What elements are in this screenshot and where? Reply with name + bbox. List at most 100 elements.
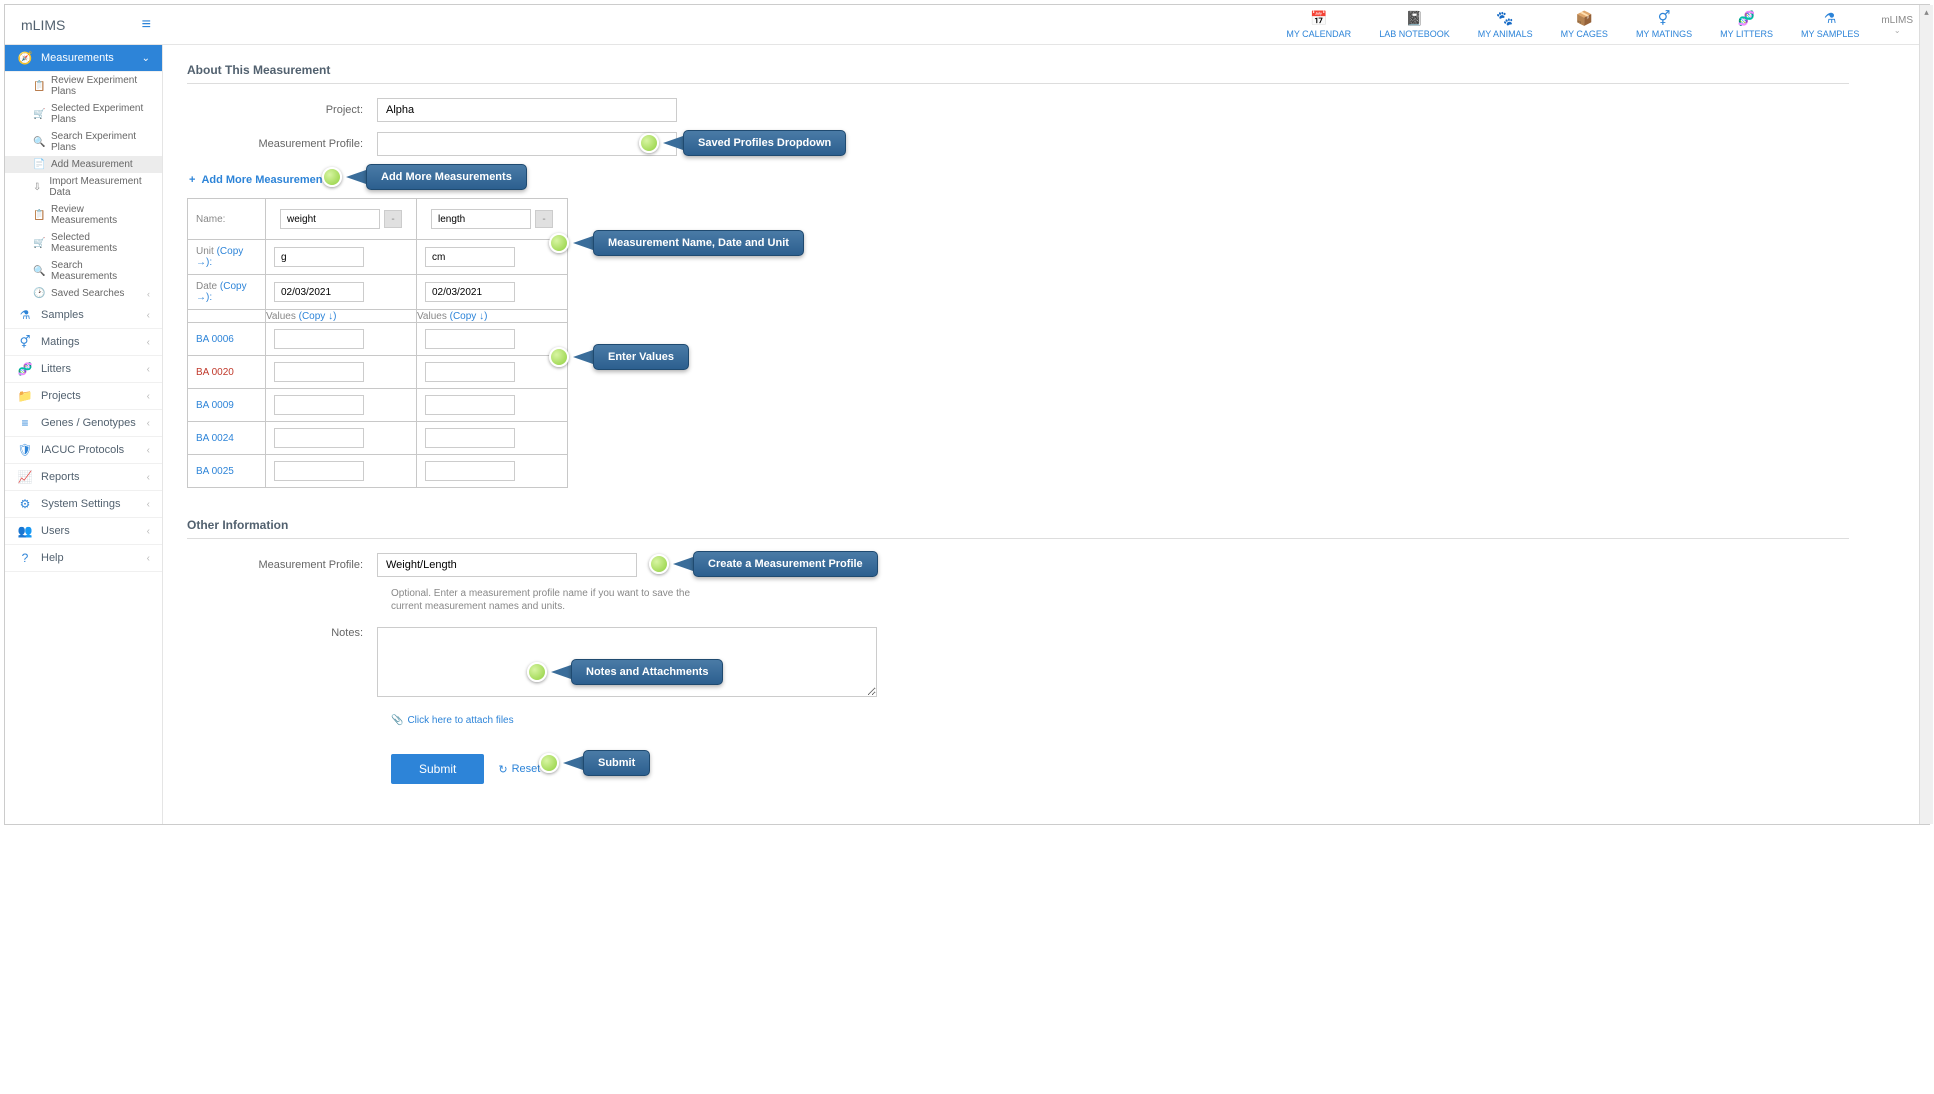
date-header: Date (Copy →): (188, 275, 266, 310)
topnav-my-cages[interactable]: 📦MY CAGES (1547, 10, 1622, 39)
col0-unit-input[interactable] (274, 247, 364, 267)
subnav-label: Selected Measurements (51, 232, 150, 254)
notes-textarea[interactable] (377, 627, 877, 697)
sidebar-item-measurements[interactable]: 🧭 Measurements ⌄ (5, 45, 162, 72)
hamburger-icon[interactable]: ≡ (142, 16, 151, 34)
value-input-r0-c0[interactable] (274, 329, 364, 349)
subnav-icon: 📋 (33, 210, 45, 221)
subnav-add-measurement[interactable]: 📄Add Measurement (5, 156, 162, 173)
sidebar-label: Reports (41, 471, 80, 483)
sidebar-item-projects[interactable]: 📁Projects‹ (5, 383, 162, 410)
callout-enter-values: Enter Values (593, 344, 689, 370)
value-input-r1-c0[interactable] (274, 362, 364, 382)
other-profile-input[interactable] (377, 553, 637, 577)
chevron-left-icon: ‹ (147, 472, 150, 483)
sidebar-icon: ⚙ (17, 497, 33, 511)
animal-id-cell[interactable]: BA 0009 (188, 389, 266, 422)
sidebar-icon: ≡ (17, 416, 33, 430)
user-menu[interactable]: mLIMS⌄ (1873, 15, 1913, 35)
sidebar-item-genes-genotypes[interactable]: ≡Genes / Genotypes‹ (5, 410, 162, 437)
value-input-r2-c1[interactable] (425, 395, 515, 415)
sidebar-label: System Settings (41, 498, 120, 510)
topnav-label: MY SAMPLES (1801, 29, 1859, 39)
sidebar-label: IACUC Protocols (41, 444, 124, 456)
table-row: BA 0009 (188, 389, 568, 422)
reset-link[interactable]: ↻ Reset (498, 763, 540, 776)
subnav-icon: 🕑 (33, 288, 45, 299)
subnav-search-measurements[interactable]: 🔍 Search Measurements (5, 257, 162, 285)
callout-submit: Submit (583, 750, 650, 776)
project-input[interactable] (377, 98, 677, 122)
topnav-label: MY ANIMALS (1478, 29, 1533, 39)
value-input-r4-c0[interactable] (274, 461, 364, 481)
notes-label: Notes: (187, 627, 377, 639)
value-input-r1-c1[interactable] (425, 362, 515, 382)
topnav-icon: ⚥ (1658, 10, 1671, 27)
col1-date-input[interactable] (425, 282, 515, 302)
remove-col0-button[interactable]: - (384, 210, 402, 228)
subnav-search-experiment-plans[interactable]: 🔍Search Experiment Plans (5, 128, 162, 156)
topnav-my-calendar[interactable]: 📅MY CALENDAR (1272, 10, 1365, 39)
animal-id-cell[interactable]: BA 0006 (188, 323, 266, 356)
topnav-my-samples[interactable]: ⚗MY SAMPLES (1787, 10, 1873, 39)
topnav-my-litters[interactable]: 🧬MY LITTERS (1706, 10, 1787, 39)
col0-date-input[interactable] (274, 282, 364, 302)
subnav-icon: ⇩ (33, 182, 43, 193)
sidebar-label: Litters (41, 363, 71, 375)
col0-name-input[interactable] (280, 209, 380, 229)
subnav-import-measurement-data[interactable]: ⇩Import Measurement Data (5, 173, 162, 201)
profile-label: Measurement Profile: (187, 138, 377, 150)
topnav-my-matings[interactable]: ⚥MY MATINGS (1622, 10, 1706, 39)
topnav-icon: 📓 (1406, 10, 1423, 27)
subnav-label: Search Experiment Plans (51, 131, 150, 153)
callout-dot-icon (539, 753, 559, 773)
subnav-review-measurements[interactable]: 📋Review Measurements (5, 201, 162, 229)
remove-col1-button[interactable]: - (535, 210, 553, 228)
chevron-left-icon: ‹ (147, 553, 150, 564)
animal-id-cell[interactable]: BA 0020 (188, 356, 266, 389)
animal-id-cell[interactable]: BA 0025 (188, 455, 266, 488)
chevron-down-icon: ⌄ (1894, 26, 1901, 35)
app-name: mLIMS (21, 17, 65, 33)
sidebar-item-iacuc-protocols[interactable]: 🛡IACUC Protocols‹ (5, 437, 162, 464)
subnav-label: Selected Experiment Plans (51, 103, 150, 125)
add-more-measurements-link[interactable]: + Add More Measurements (189, 174, 332, 186)
sidebar-icon: ⚥ (17, 335, 33, 349)
sidebar-item-litters[interactable]: 🧬Litters‹ (5, 356, 162, 383)
col1-name-input[interactable] (431, 209, 531, 229)
sidebar-item-reports[interactable]: 📈Reports‹ (5, 464, 162, 491)
sidebar-icon: 🛡 (17, 443, 33, 457)
sidebar-item-matings[interactable]: ⚥Matings‹ (5, 329, 162, 356)
sidebar-item-system-settings[interactable]: ⚙System Settings‹ (5, 491, 162, 518)
subnav-icon: 🛒 (33, 238, 45, 249)
subnav-selected-measurements[interactable]: 🛒 Selected Measurements (5, 229, 162, 257)
subnav-selected-experiment-plans[interactable]: 🛒Selected Experiment Plans (5, 100, 162, 128)
subnav-icon: 🔍 (33, 266, 45, 277)
subnav-saved-searches[interactable]: 🕑Saved Searches‹ (5, 285, 162, 302)
sidebar-item-users[interactable]: 👥Users‹ (5, 518, 162, 545)
topnav-lab-notebook[interactable]: 📓LAB NOTEBOOK (1365, 10, 1464, 39)
subnav-review-experiment-plans[interactable]: 📋Review Experiment Plans (5, 72, 162, 100)
sidebar-item-samples[interactable]: ⚗Samples‹ (5, 302, 162, 329)
value-input-r3-c1[interactable] (425, 428, 515, 448)
value-input-r0-c1[interactable] (425, 329, 515, 349)
topnav-icon: 🧬 (1738, 10, 1755, 27)
sidebar-item-help[interactable]: ?Help‹ (5, 545, 162, 572)
value-input-r3-c0[interactable] (274, 428, 364, 448)
other-profile-label: Measurement Profile: (187, 559, 377, 571)
profile-dropdown[interactable] (377, 132, 677, 156)
value-input-r2-c0[interactable] (274, 395, 364, 415)
subnav-label: Add Measurement (51, 159, 133, 170)
callout-create-profile: Create a Measurement Profile (693, 551, 878, 577)
value-input-r4-c1[interactable] (425, 461, 515, 481)
col1-unit-input[interactable] (425, 247, 515, 267)
copy-values-0-link[interactable]: (Copy ↓) (299, 311, 337, 322)
copy-values-1-link[interactable]: (Copy ↓) (450, 311, 488, 322)
chevron-down-icon: ⌄ (142, 53, 150, 64)
sidebar-label: Users (41, 525, 70, 537)
subnav-label: Search Measurements (51, 260, 150, 282)
animal-id-cell[interactable]: BA 0024 (188, 422, 266, 455)
attach-files-link[interactable]: 📎 Click here to attach files (391, 715, 514, 726)
submit-button[interactable]: Submit (391, 754, 484, 784)
topnav-my-animals[interactable]: 🐾MY ANIMALS (1464, 10, 1547, 39)
